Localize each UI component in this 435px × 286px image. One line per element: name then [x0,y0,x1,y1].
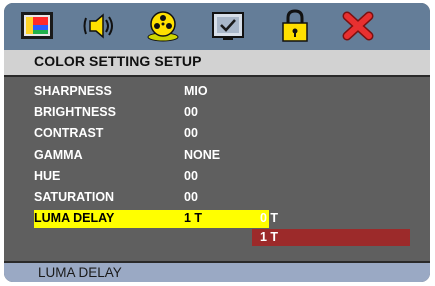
setting-value: 00 [184,126,198,140]
option-0t[interactable]: 0 T [252,210,410,227]
setting-label: SHARPNESS [34,84,112,98]
film-reel-icon[interactable] [144,8,182,44]
setting-row-sharpness[interactable]: SHARPNESS MIO [34,83,244,101]
setting-label: GAMMA [34,148,83,162]
lock-icon[interactable] [276,8,314,44]
setting-row-gamma[interactable]: GAMMA NONE [34,147,244,165]
setting-label: LUMA DELAY [34,211,115,225]
setting-value: 00 [184,169,198,183]
setting-value: NONE [184,148,221,162]
setting-value: 00 [184,105,198,119]
setting-row-contrast[interactable]: CONTRAST 00 [34,125,244,143]
setting-row-hue[interactable]: HUE 00 [34,168,244,186]
title-divider [4,75,430,77]
setting-label: HUE [34,169,61,183]
option-1t[interactable]: 1 T [252,229,410,246]
close-icon[interactable] [339,8,377,44]
setting-label: CONTRAST [34,126,104,140]
sound-icon[interactable] [82,8,120,44]
setting-row-brightness[interactable]: BRIGHTNESS 00 [34,104,244,122]
option-label: 0 T [260,211,279,225]
page-title: COLOR SETTING SETUP [34,53,202,69]
setting-row-saturation[interactable]: SATURATION 00 [34,189,244,207]
setting-label: BRIGHTNESS [34,105,116,119]
setting-value: MIO [184,84,208,98]
setting-value: 1 T [184,211,203,225]
setting-row-luma-delay[interactable]: LUMA DELAY 1 T [34,210,269,228]
picture-icon[interactable] [18,8,56,44]
icon-bar [4,3,430,50]
check-screen-icon[interactable] [209,8,247,44]
option-label: 1 T [260,230,279,244]
osd-menu: COLOR SETTING SETUP SHARPNESS MIO BRIGHT… [4,3,430,282]
setting-value: 00 [184,190,198,204]
status-text: LUMA DELAY [38,265,122,280]
setting-label: SATURATION [34,190,115,204]
